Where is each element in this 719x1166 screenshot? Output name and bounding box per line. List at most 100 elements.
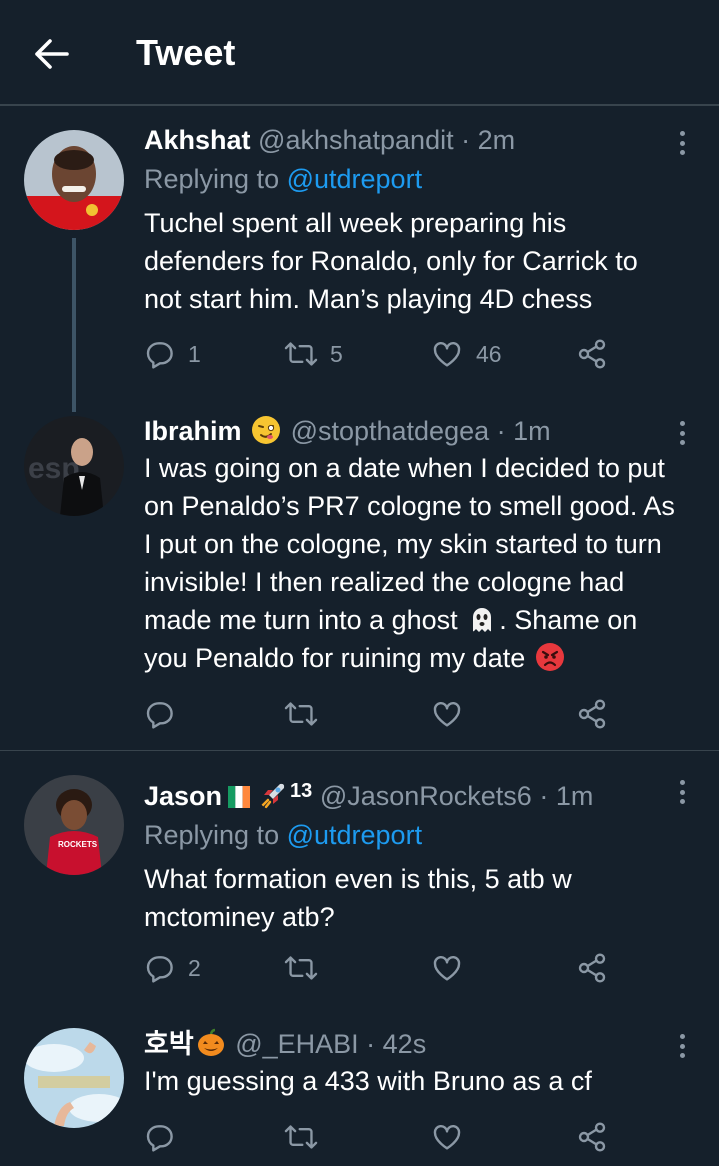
- tweet-text-line: not start him. Man’s playing 4D chess: [144, 284, 593, 314]
- flag-ireland-icon: [228, 786, 251, 808]
- replying-to-label: Replying to: [144, 820, 287, 850]
- tweet-text-line: on Penaldo’s PR7 cologne to smell good. …: [144, 491, 675, 521]
- avatar-jersey-text: ROCKETS: [58, 840, 98, 849]
- display-name-suffix: 13: [290, 780, 313, 802]
- back-arrow-icon: [35, 39, 69, 69]
- tweet-meta: Akhshat @akhshatpandit · 2m: [144, 122, 699, 158]
- more-button[interactable]: [672, 418, 692, 448]
- avatar[interactable]: ROCKETS: [24, 775, 124, 875]
- tweet-text-segment: you Penaldo for ruining my date: [144, 643, 526, 673]
- share-button[interactable]: [576, 948, 608, 988]
- page-title: Tweet: [136, 32, 236, 73]
- display-name[interactable]: Ibrahim: [144, 416, 242, 446]
- back-button[interactable]: [30, 34, 74, 74]
- thread-line: [72, 238, 76, 412]
- retweet-button[interactable]: 5: [284, 334, 343, 374]
- reply-icon: [146, 956, 173, 983]
- reply-icon: [146, 342, 173, 369]
- avatar[interactable]: [24, 1028, 124, 1128]
- tweet-text: I was going on a date when I decided to …: [144, 449, 699, 677]
- replying-to-label: Replying to: [144, 164, 287, 194]
- mention-link[interactable]: @utdreport: [287, 820, 422, 850]
- tweet-4[interactable]: 호박 @_EHABI · 42s I'm guessing a 433 with…: [0, 1007, 719, 1166]
- more-button[interactable]: [672, 128, 692, 158]
- share-icon: [578, 699, 606, 729]
- like-button[interactable]: [430, 1117, 464, 1157]
- retweet-icon: [284, 956, 318, 980]
- handle[interactable]: @stopthatdegea: [291, 416, 490, 446]
- tweet-meta: Jason 13 @JasonRockets6 · 1m: [144, 773, 699, 814]
- timestamp[interactable]: · 2m: [461, 125, 515, 155]
- tweet-text-line: What formation even is this, 5 atb w: [144, 864, 572, 894]
- timestamp[interactable]: · 42s: [366, 1029, 426, 1059]
- retweet-count: 5: [330, 340, 343, 367]
- more-icon: [679, 1034, 685, 1039]
- top-bar: Tweet: [0, 0, 719, 106]
- like-button[interactable]: [430, 948, 464, 988]
- tweet-text: I'm guessing a 433 with Bruno as a cf: [144, 1062, 699, 1100]
- retweet-button[interactable]: [284, 948, 318, 988]
- display-name[interactable]: 호박: [144, 1029, 194, 1059]
- tweet-text-line: Tuchel spent all week preparing his: [144, 208, 567, 238]
- avatar[interactable]: esp: [24, 416, 124, 516]
- retweet-button[interactable]: [284, 694, 318, 734]
- like-button[interactable]: 46: [430, 334, 502, 374]
- tweet-2[interactable]: esp Ibrahim @stopthatdegea · 1m I was go…: [0, 406, 719, 750]
- ghost-icon: [473, 608, 492, 632]
- like-count: 46: [476, 340, 502, 367]
- share-button[interactable]: [576, 334, 608, 374]
- tweet-meta: Ibrahim @stopthatdegea · 1m: [144, 413, 699, 449]
- handle[interactable]: @_EHABI: [235, 1029, 358, 1059]
- display-name[interactable]: Jason: [144, 781, 222, 811]
- like-icon: [433, 702, 461, 727]
- tweet-text-line: I put on the cologne, my skin started to…: [144, 529, 662, 559]
- mention-link[interactable]: @utdreport: [287, 164, 422, 194]
- timestamp[interactable]: · 1m: [497, 416, 551, 446]
- reply-count: 1: [188, 340, 201, 367]
- share-button[interactable]: [576, 694, 608, 734]
- tweet-text: What formation even is this, 5 atb w mct…: [144, 860, 699, 936]
- more-button[interactable]: [672, 777, 692, 807]
- tweet-text-segment: . Shame on: [499, 605, 638, 635]
- avatar[interactable]: [24, 130, 124, 230]
- tweet-text-line: made me turn into a ghost . Shame on: [144, 601, 699, 639]
- handle[interactable]: @JasonRockets6: [320, 781, 532, 811]
- like-icon: [433, 1125, 461, 1150]
- tweet-text-line: you Penaldo for ruining my date: [144, 639, 699, 677]
- reply-count: 2: [188, 954, 201, 981]
- tweet-text-line: defenders for Ronaldo, only for Carrick …: [144, 246, 638, 276]
- tweet-text: Tuchel spent all week preparing his defe…: [144, 204, 699, 318]
- tweet-meta: 호박 @_EHABI · 42s: [144, 1026, 699, 1062]
- reply-button[interactable]: 2: [144, 948, 201, 988]
- replying-to: Replying to @utdreport: [144, 160, 699, 198]
- tweet-1[interactable]: Akhshat @akhshatpandit · 2m Replying to …: [0, 106, 719, 412]
- retweet-icon: [284, 342, 318, 366]
- like-button[interactable]: [430, 694, 464, 734]
- display-name[interactable]: Akhshat: [144, 125, 251, 155]
- angry-face-icon: [535, 643, 564, 671]
- share-icon: [578, 1122, 606, 1152]
- reply-icon: [146, 702, 173, 729]
- like-icon: [433, 956, 461, 981]
- tweet-text-segment: made me turn into a ghost: [144, 605, 458, 635]
- tweet-text-line: invisible! I then realized the cologne h…: [144, 567, 625, 597]
- jack-o-lantern-icon: [197, 1028, 224, 1056]
- tweet-3[interactable]: ROCKETS Jason 13 @JasonRockets6 · 1m Repl…: [0, 751, 719, 1007]
- handle[interactable]: @akhshatpandit: [258, 125, 454, 155]
- retweet-icon: [284, 1125, 318, 1149]
- more-button[interactable]: [672, 1031, 692, 1061]
- retweet-button[interactable]: [284, 1117, 318, 1157]
- more-icon: [679, 131, 685, 136]
- emoji-squint-icon: [252, 416, 281, 444]
- retweet-icon: [284, 702, 318, 726]
- reply-button[interactable]: [144, 694, 176, 734]
- tweet-text-line: mctominey atb?: [144, 902, 335, 932]
- tweet-text-line: I'm guessing a 433 with Bruno as a cf: [144, 1066, 592, 1096]
- more-icon: [679, 421, 685, 426]
- reply-button[interactable]: 1: [144, 334, 201, 374]
- timestamp[interactable]: · 1m: [539, 781, 593, 811]
- rocket-icon: [260, 783, 285, 809]
- more-icon: [679, 780, 685, 785]
- reply-button[interactable]: [144, 1117, 176, 1157]
- share-button[interactable]: [576, 1117, 608, 1157]
